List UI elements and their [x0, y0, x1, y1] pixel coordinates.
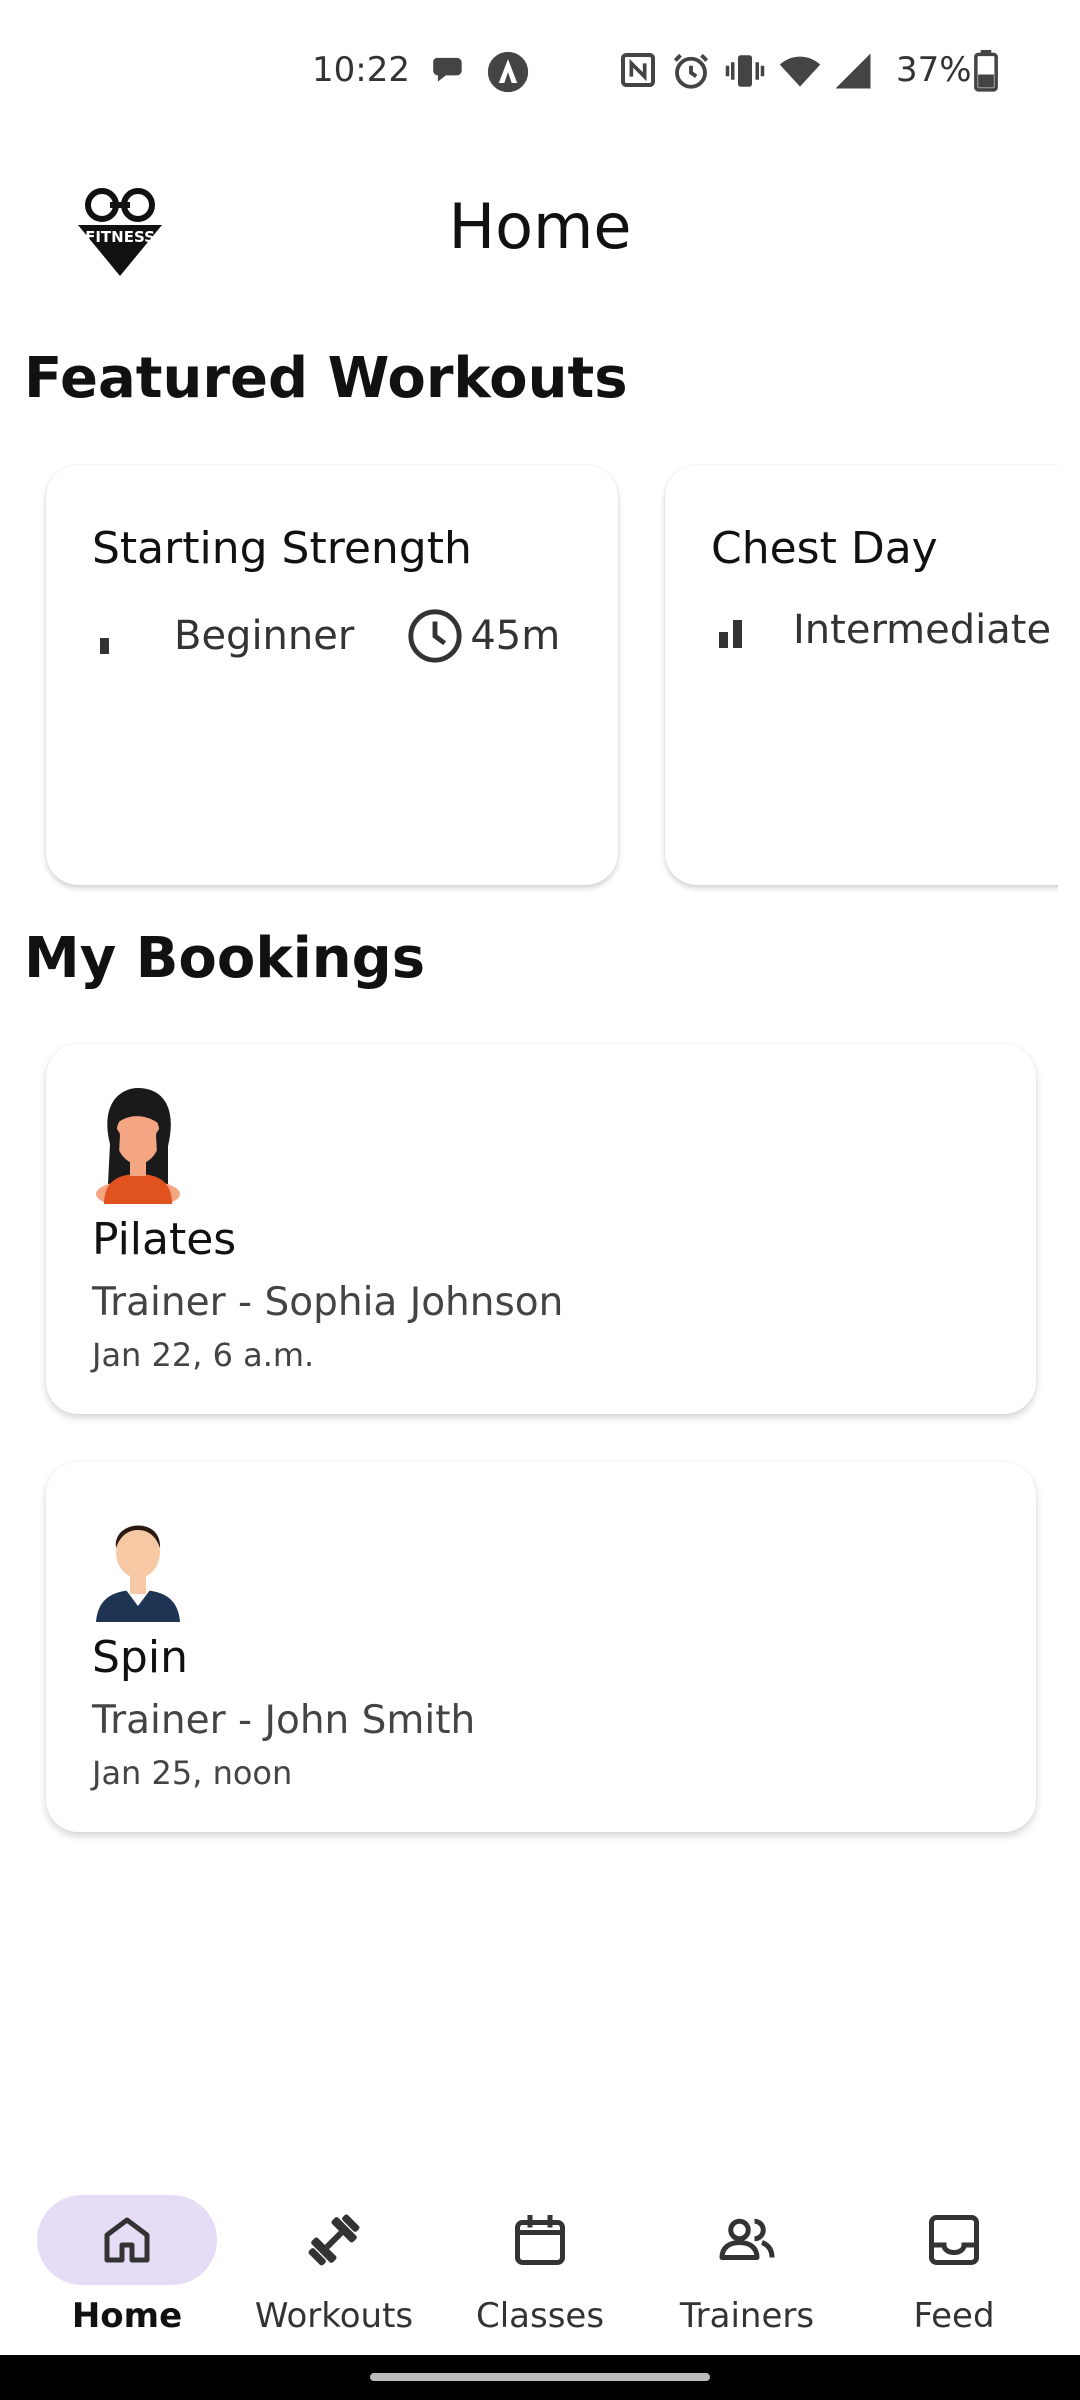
page-title: Home — [448, 190, 632, 263]
nfc-icon — [621, 53, 655, 87]
booking-date: Jan 22, 6 a.m. — [92, 1336, 315, 1374]
signal-icon — [835, 53, 871, 89]
nav-label: Trainers — [679, 2296, 815, 2336]
nav-item-workouts[interactable]: Workouts — [234, 2170, 434, 2340]
nav-label: Workouts — [254, 2296, 414, 2336]
nav-label: Classes — [475, 2296, 605, 2336]
battery-icon — [974, 50, 998, 92]
vibrate-icon — [725, 55, 765, 87]
people-icon — [719, 2218, 775, 2260]
workout-name: Starting Strength — [92, 523, 472, 574]
status-bar: 10:22 37% — [0, 0, 1080, 140]
workout-meta: Intermediate — [711, 607, 1051, 653]
featured-workouts-title: Featured Workouts — [24, 346, 628, 411]
alarm-icon — [673, 53, 709, 89]
male-avatar — [96, 1525, 180, 1622]
dumbbell-icon — [308, 2214, 360, 2266]
nav-item-home[interactable]: Home — [27, 2170, 227, 2340]
booking-card[interactable]: Pilates Trainer - Sophia Johnson Jan 22,… — [46, 1044, 1036, 1414]
chat-bubble-icon — [433, 57, 462, 82]
nav-label: Feed — [913, 2296, 995, 2336]
home-gesture-handle[interactable] — [370, 2373, 710, 2381]
workout-duration: 45m — [470, 613, 561, 659]
beginner-level-icon — [100, 638, 109, 654]
featured-workouts-carousel[interactable]: Starting Strength Beginner 45m Chest Day… — [0, 460, 1058, 900]
app-bar: FITNESS Home — [0, 160, 1080, 300]
booking-date: Jan 25, noon — [92, 1754, 293, 1792]
workout-name: Chest Day — [711, 523, 938, 574]
inbox-icon — [929, 2215, 979, 2265]
workout-level: Beginner — [174, 613, 355, 659]
booking-card[interactable]: Spin Trainer - John Smith Jan 25, noon — [46, 1462, 1036, 1832]
bottom-navigation: Home Workouts Classes Trainers Feed — [0, 2150, 1080, 2355]
gesture-navigation-bar — [0, 2355, 1080, 2400]
booking-class-name: Pilates — [92, 1214, 237, 1265]
nav-item-feed[interactable]: Feed — [854, 2170, 1054, 2340]
booking-trainer: Trainer - Sophia Johnson — [92, 1280, 564, 1325]
home-icon — [104, 2217, 150, 2263]
female-avatar — [96, 1088, 180, 1204]
intermediate-level-icon — [719, 620, 742, 648]
battery-percent: 37% — [896, 50, 972, 90]
status-time: 10:22 — [312, 50, 410, 90]
nav-item-classes[interactable]: Classes — [440, 2170, 640, 2340]
workout-meta: Beginner 45m — [92, 607, 560, 665]
clock-icon — [408, 609, 462, 663]
workout-level: Intermediate — [793, 607, 1052, 653]
workout-card[interactable]: Chest Day Intermediate — [665, 465, 1058, 885]
booking-class-name: Spin — [92, 1632, 188, 1683]
booking-trainer: Trainer - John Smith — [92, 1698, 476, 1743]
wifi-icon — [779, 56, 821, 87]
workout-card[interactable]: Starting Strength Beginner 45m — [46, 465, 618, 885]
my-bookings-title: My Bookings — [24, 926, 426, 991]
calendar-icon — [515, 2215, 565, 2265]
nav-label: Home — [71, 2296, 183, 2336]
navigation-app-icon — [487, 51, 529, 93]
nav-item-trainers[interactable]: Trainers — [647, 2170, 847, 2340]
